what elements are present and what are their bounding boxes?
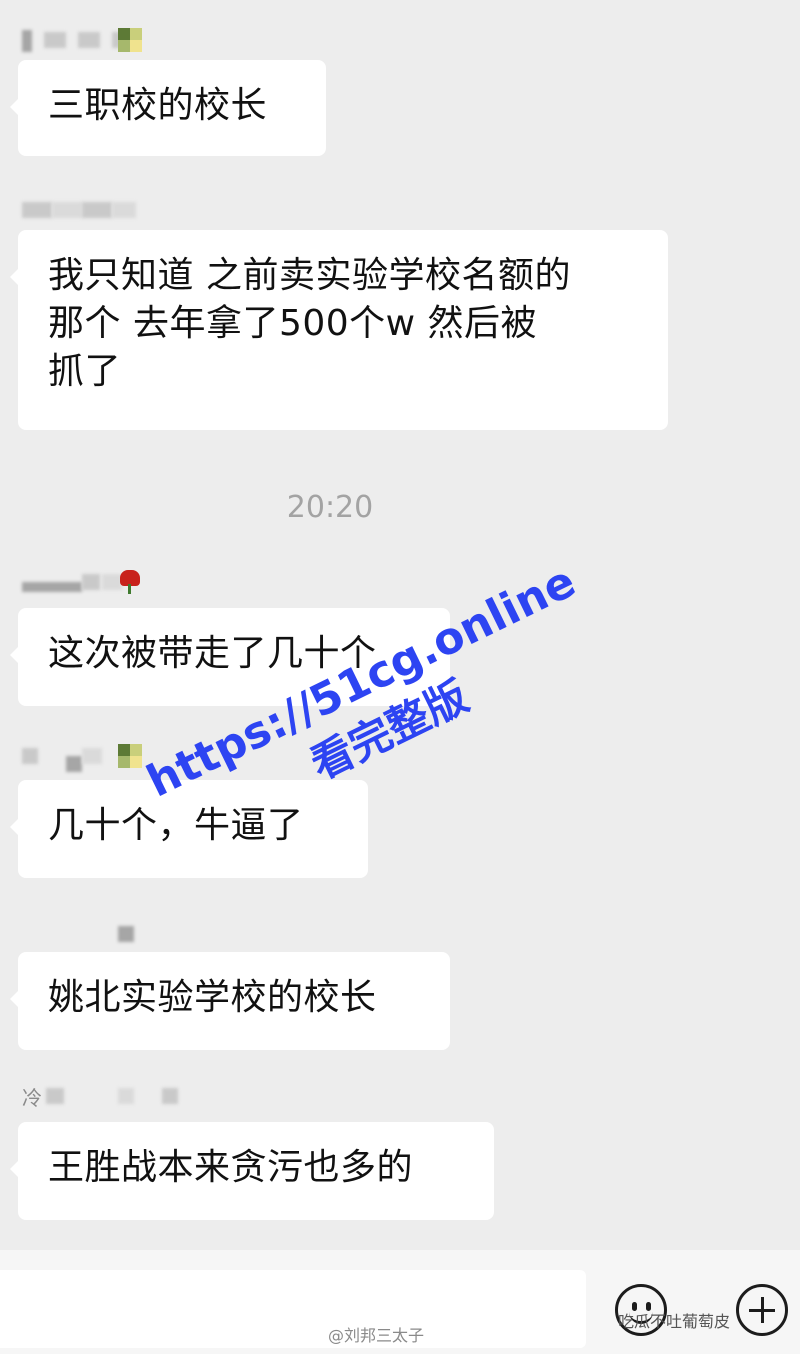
message-text: 几十个，牛逼了 bbox=[48, 805, 304, 846]
chat-message-list: 三职校的校长 我只知道 之前卖实验学校名额的 那个 去年拿了500个w 然后被 … bbox=[0, 0, 800, 1250]
sender-name-blurred bbox=[22, 922, 162, 946]
message-text-line: 那个 去年拿了500个w 然后被 bbox=[48, 303, 538, 344]
sender-name-blurred: 冷 bbox=[22, 1084, 202, 1110]
message-bubble[interactable]: 我只知道 之前卖实验学校名额的 那个 去年拿了500个w 然后被 抓了 bbox=[10, 230, 668, 430]
more-button[interactable] bbox=[736, 1284, 788, 1336]
message-timestamp: 20:20 bbox=[286, 490, 374, 525]
rose-icon bbox=[118, 570, 142, 594]
message-bubble[interactable]: 姚北实验学校的校长 bbox=[10, 952, 450, 1050]
sender-name-blurred bbox=[22, 570, 162, 594]
message-bubble[interactable]: 三职校的校长 bbox=[10, 60, 326, 156]
message-text: 这次被带走了几十个 bbox=[48, 633, 377, 674]
message-bubble[interactable]: 这次被带走了几十个 bbox=[10, 608, 450, 706]
weibo-credit: @刘邦三太子 bbox=[328, 1326, 425, 1345]
message-text-line: 抓了 bbox=[48, 351, 122, 392]
emoji-icon bbox=[118, 744, 142, 768]
sender-name-fragment: 冷 bbox=[22, 1086, 42, 1110]
emoji-icon bbox=[118, 28, 142, 52]
message-bubble[interactable]: 王胜战本来贪污也多的 bbox=[10, 1122, 494, 1220]
message-input[interactable] bbox=[0, 1270, 586, 1348]
message-text: 姚北实验学校的校长 bbox=[48, 977, 377, 1018]
account-credit: 吃瓜不吐葡萄皮 bbox=[618, 1312, 731, 1331]
message-text-line: 我只知道 之前卖实验学校名额的 bbox=[48, 255, 571, 296]
sender-name-blurred bbox=[22, 28, 162, 52]
sender-name-blurred bbox=[22, 744, 162, 772]
message-text: 三职校的校长 bbox=[48, 85, 268, 126]
message-bubble[interactable]: 几十个，牛逼了 bbox=[10, 780, 368, 878]
sender-name-blurred bbox=[22, 198, 162, 222]
message-text: 王胜战本来贪污也多的 bbox=[48, 1147, 414, 1188]
